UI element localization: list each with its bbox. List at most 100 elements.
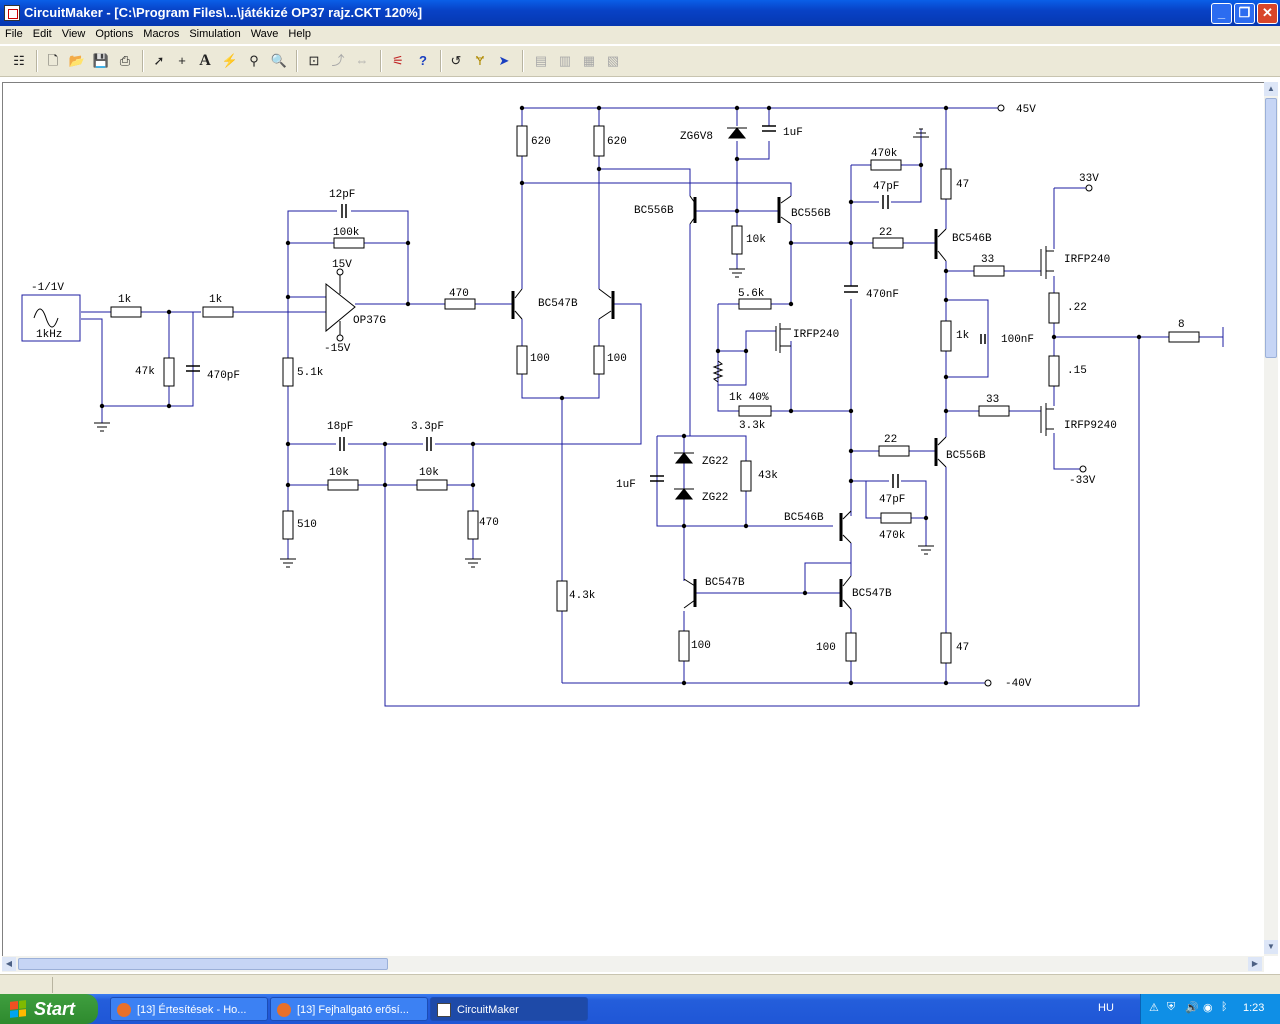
task-firefox-2[interactable]: [13] Fejhallgató erősí... — [270, 997, 428, 1021]
svg-text:33: 33 — [986, 394, 999, 406]
volume-icon[interactable]: 🔊 — [1185, 1001, 1199, 1014]
menu-edit[interactable]: Edit — [28, 26, 57, 40]
network-icon[interactable]: ⚠ — [1149, 1001, 1159, 1014]
wire-tool-icon[interactable]: + — [173, 52, 191, 70]
svg-text:47: 47 — [956, 642, 969, 654]
vertical-scroll-thumb[interactable] — [1265, 98, 1277, 358]
scroll-up-icon[interactable]: ▲ — [1264, 82, 1278, 96]
horizontal-scroll-thumb[interactable] — [18, 958, 388, 970]
probe-tool-icon[interactable]: ⚡ — [221, 52, 239, 70]
menu-view[interactable]: View — [57, 26, 91, 40]
scroll-left-icon[interactable]: ◀ — [2, 957, 16, 971]
svg-text:100nF: 100nF — [1001, 334, 1034, 346]
svg-text:470nF: 470nF — [866, 289, 899, 301]
schematic-labels: 45V -40V 33V -33V -1/1V 1kHz OP37G 15V -… — [31, 104, 1185, 690]
svg-text:BC556B: BC556B — [791, 208, 831, 220]
fit-view-icon[interactable]: ⊡ — [305, 52, 323, 70]
menu-help[interactable]: Help — [283, 26, 316, 40]
close-button[interactable]: ✕ — [1257, 3, 1278, 24]
menu-bar: File Edit View Options Macros Simulation Wave H… — [0, 26, 1280, 44]
menu-options[interactable]: Options — [90, 26, 138, 40]
svg-text:1k: 1k — [209, 294, 223, 306]
svg-text:1k: 1k — [118, 294, 132, 306]
digital-probe-icon[interactable]: ⚲ — [245, 52, 263, 70]
run-simulation-icon[interactable]: ➤ — [495, 52, 513, 70]
svg-text:IRFP240: IRFP240 — [1064, 254, 1110, 266]
help-icon[interactable]: ? — [414, 52, 432, 70]
app-icon[interactable] — [4, 5, 20, 21]
svg-text:ZG22: ZG22 — [702, 492, 728, 504]
security-icon[interactable]: ⛨ — [1167, 1001, 1175, 1014]
horizontal-scrollbar[interactable]: ◀ ▶ — [2, 956, 1264, 972]
language-indicator[interactable]: HU — [1098, 1002, 1114, 1014]
taskbar: Start [13] Értesítések - Ho... [13] Fejh… — [0, 994, 1280, 1024]
svg-text:10k: 10k — [419, 467, 439, 479]
new-file-icon[interactable]: 🗋 — [44, 52, 62, 70]
ruler-4-icon[interactable]: ▧ — [604, 52, 622, 70]
svg-text:BC556B: BC556B — [946, 450, 986, 462]
svg-text:470: 470 — [479, 517, 499, 529]
task-circuitmaker[interactable]: CircuitMaker — [430, 997, 588, 1021]
firefox-icon — [117, 1003, 131, 1018]
system-tray: ⚠ ⛨ 🔊 ◉ ᛒ 1:23 — [1140, 994, 1280, 1024]
tray-app-icon[interactable]: ◉ — [1203, 1001, 1213, 1014]
svg-text:1uF: 1uF — [783, 127, 803, 139]
ruler-3-icon[interactable]: ▦ — [580, 52, 598, 70]
vertical-scrollbar[interactable]: ▲ ▼ — [1264, 82, 1278, 956]
menu-macros[interactable]: Macros — [138, 26, 184, 40]
task-firefox-1[interactable]: [13] Értesítések - Ho... — [110, 997, 268, 1021]
clock[interactable]: 1:23 — [1243, 1002, 1264, 1014]
svg-text:3.3k: 3.3k — [739, 420, 766, 432]
ruler-1-icon[interactable]: ▤ — [532, 52, 550, 70]
svg-text:BC547B: BC547B — [538, 298, 578, 310]
netlist-icon[interactable]: ⚟ — [389, 52, 407, 70]
svg-text:22: 22 — [879, 227, 892, 239]
scroll-right-icon[interactable]: ▶ — [1248, 957, 1262, 971]
save-icon[interactable]: 💾 — [92, 52, 110, 70]
svg-text:15V: 15V — [332, 259, 352, 271]
svg-text:-1/1V: -1/1V — [31, 282, 64, 294]
svg-text:.22: .22 — [1067, 302, 1087, 314]
bluetooth-icon[interactable]: ᛒ — [1221, 1001, 1228, 1013]
svg-text:620: 620 — [531, 136, 551, 148]
svg-text:620: 620 — [607, 136, 627, 148]
svg-text:-40V: -40V — [1005, 678, 1032, 690]
rotate-icon[interactable]: ⤴ — [329, 52, 347, 70]
svg-text:33: 33 — [981, 254, 994, 266]
minimize-button[interactable]: _ — [1211, 3, 1232, 24]
wires — [81, 107, 1224, 707]
zoom-tool-icon[interactable]: 🔍 — [270, 52, 288, 70]
print-icon[interactable]: ⎙ — [116, 52, 134, 70]
mirror-icon[interactable]: ⇔ — [353, 52, 371, 70]
menu-wave[interactable]: Wave — [246, 26, 284, 40]
start-button[interactable]: Start — [0, 994, 98, 1024]
toolbar: ☷ 🗋 📂 💾 ⎙ ➚ + A ⚡ ⚲ 🔍 ⊡ ⤴ ⇔ ⚟ ? ↺ Ɏ ➤ ▤ … — [0, 46, 1280, 77]
svg-text:5.1k: 5.1k — [297, 367, 324, 379]
ruler-2-icon[interactable]: ▥ — [556, 52, 574, 70]
zeners — [674, 127, 747, 500]
transistors — [512, 195, 1054, 610]
window-title: CircuitMaker - [C:\Program Files\...\ját… — [24, 5, 423, 20]
svg-text:OP37G: OP37G — [353, 315, 386, 327]
svg-text:22: 22 — [884, 434, 897, 446]
svg-text:1k 40%: 1k 40% — [729, 392, 769, 404]
arrow-tool-icon[interactable]: ➚ — [150, 52, 168, 70]
svg-text:-33V: -33V — [1069, 475, 1096, 487]
text-tool-icon[interactable]: A — [196, 52, 214, 70]
open-folder-icon[interactable]: 📂 — [68, 52, 86, 70]
menu-simulation[interactable]: Simulation — [184, 26, 245, 40]
hierarchy-icon[interactable]: ☷ — [10, 52, 28, 70]
svg-text:BC556B: BC556B — [634, 205, 674, 217]
svg-text:45V: 45V — [1016, 104, 1036, 116]
menu-file[interactable]: File — [0, 26, 28, 40]
restore-button[interactable]: ❐ — [1234, 3, 1255, 24]
windows-logo-icon — [10, 1000, 26, 1018]
scroll-down-icon[interactable]: ▼ — [1264, 940, 1278, 954]
svg-text:510: 510 — [297, 519, 317, 531]
svg-text:18pF: 18pF — [327, 421, 353, 433]
tag-icon[interactable]: Ɏ — [471, 52, 489, 70]
schematic-canvas[interactable]: 45V -40V 33V -33V -1/1V 1kHz OP37G 15V -… — [2, 82, 1265, 957]
circuitmaker-icon — [437, 1003, 451, 1018]
svg-text:100: 100 — [816, 642, 836, 654]
undo-icon[interactable]: ↺ — [447, 52, 465, 70]
